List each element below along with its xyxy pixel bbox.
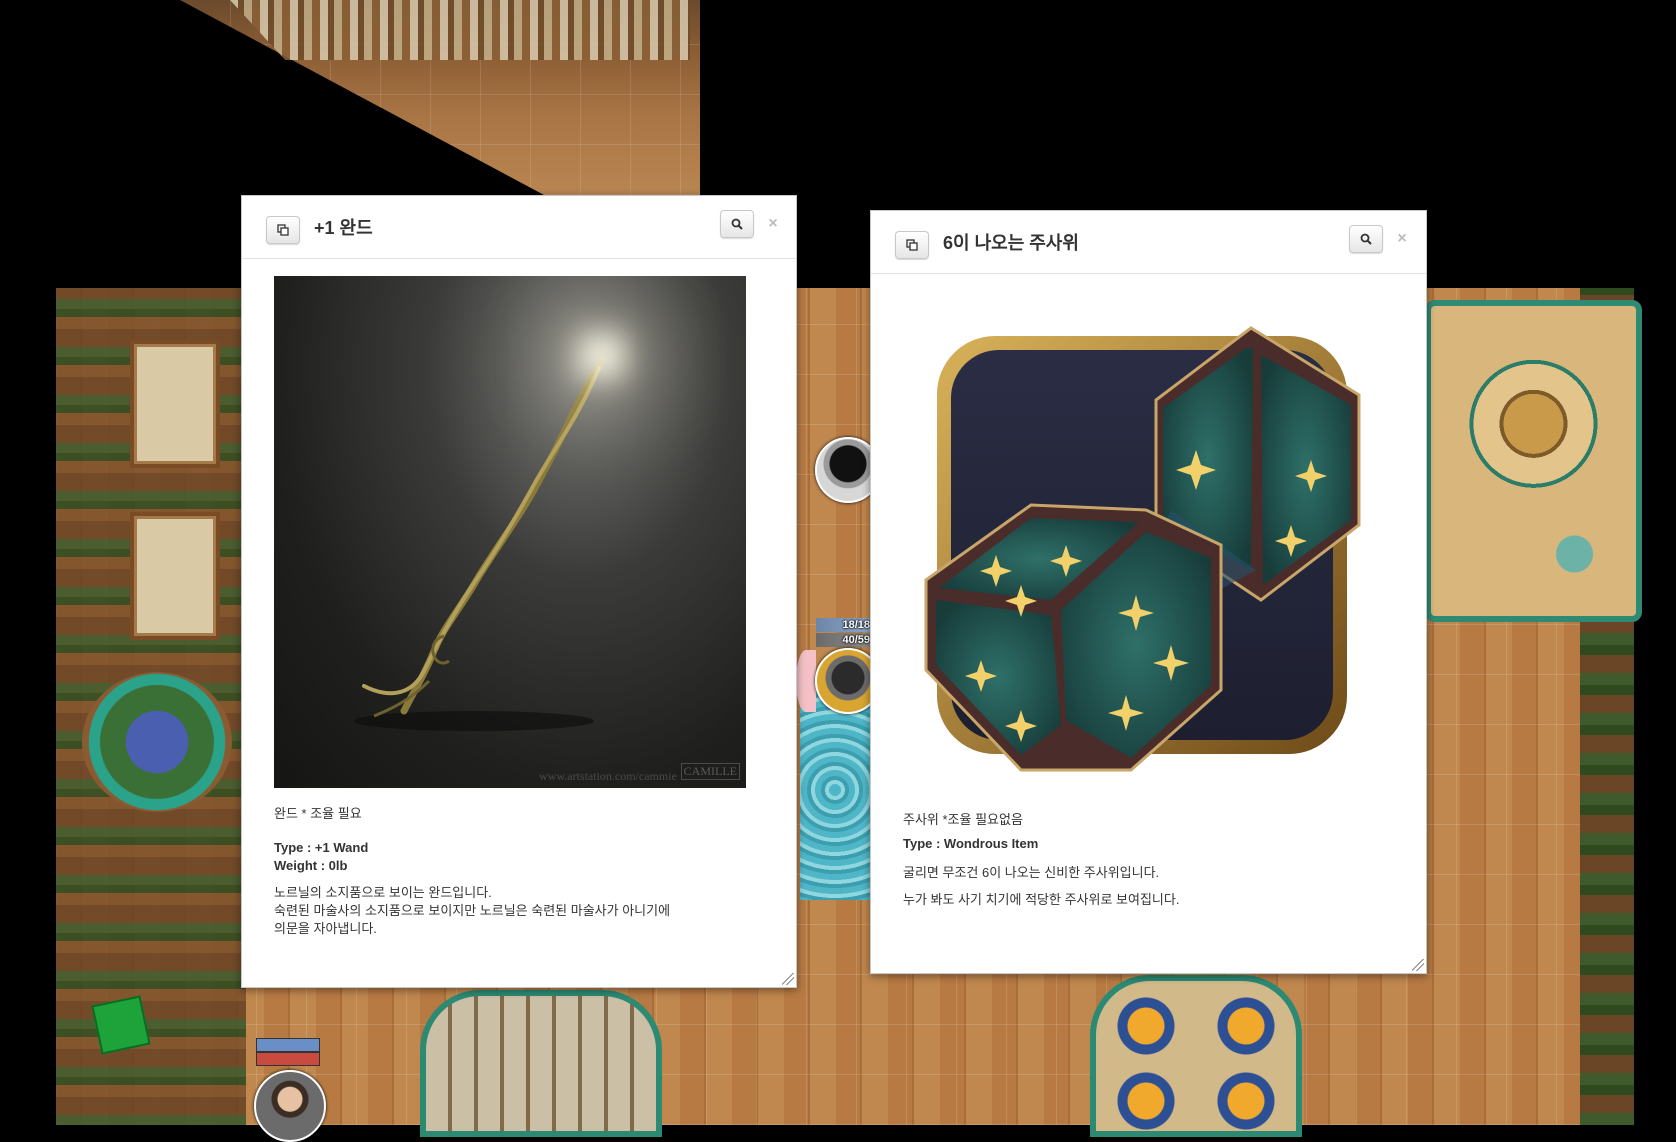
dialog-title: +1 완드 [314,218,373,238]
dialog-body: 주사위 *조율 필요없음 Type : Wondrous Item 굴리면 무조… [871,274,1426,973]
token-soldier[interactable] [254,1070,326,1142]
soldier-bar-blue [256,1038,320,1052]
resize-handle[interactable] [782,973,794,985]
description-line: 숙련된 마술사의 소지품으로 보이지만 노르닐은 숙련된 마술사가 아니기에 [274,903,671,918]
zoom-button[interactable] [720,210,754,238]
copy-button[interactable] [895,231,929,259]
resize-handle[interactable] [1412,959,1424,971]
item-subtitle: 주사위 *조율 필요없음 [903,812,1023,827]
item-subtitle: 완드 * 조율 필요 [274,806,362,821]
dialog-title: 6이 나오는 주사위 [943,233,1079,253]
map-scroll-bench [420,990,662,1137]
zoom-button[interactable] [1349,225,1383,253]
item-dialog-wand[interactable]: +1 완드 × www.artstation.com/cammie CAMILL… [241,195,797,988]
magnifier-icon [731,218,743,230]
item-weight: Weight : 0lb [274,858,348,873]
copy-icon [906,239,918,251]
dialog-body: www.artstation.com/cammie CAMILLE 완드 * 조… [242,259,796,987]
copy-icon [277,224,289,236]
wand-image: www.artstation.com/cammie CAMILLE [274,276,746,788]
item-dialog-dice[interactable]: 6이 나오는 주사위 × 주사위 *조율 필요없음 Type: Wondrou… [870,210,1427,974]
description-line: 의문을 자아냅니다. [274,921,377,936]
hp-bar-top: 18/18 [816,618,872,632]
dialog-header[interactable]: 6이 나오는 주사위 × [871,211,1426,274]
dice-image [901,300,1401,790]
wand-illustration [354,356,606,731]
close-icon[interactable]: × [1394,231,1410,247]
map-orrery [1425,300,1642,622]
map-rug [800,680,870,900]
map-upper-shelves [230,0,690,60]
copy-button[interactable] [266,216,300,244]
close-icon[interactable]: × [765,216,781,232]
magnifier-icon [1360,233,1372,245]
token-hp-bars: 18/18 40/59 [816,618,872,648]
map-gem-bench [1090,975,1302,1137]
dialog-header[interactable]: +1 완드 × [242,196,796,259]
item-description-2: 누가 봐도 사기 치기에 적당한 주사위로 보여집니다. [903,892,1180,907]
item-type: Type : +1 Wand [274,840,369,855]
map-shelf-2 [130,512,220,640]
hp-bar-bottom: 40/59 [816,633,872,647]
map-flower-pot [82,672,232,812]
map-shelf-1 [130,340,220,468]
image-watermark: www.artstation.com/cammie [539,769,677,783]
item-description: 노르닐의 소지품으로 보이는 완드입니다. 숙련된 마술사의 소지품으로 보이지… [274,884,670,938]
token-partial[interactable] [796,650,816,712]
description-line: 노르닐의 소지품으로 보이는 완드입니다. [274,885,492,900]
image-signature: CAMILLE [680,763,740,780]
item-description-1: 굴리면 무조건 6이 나오는 신비한 주사위입니다. [903,865,1160,880]
map-green-crate [91,995,151,1055]
dice-illustration [924,326,1361,772]
item-type: Type : Wondrous Item [903,836,1039,851]
soldier-bar-red [256,1052,320,1066]
token-soldier-bars [256,1038,320,1066]
